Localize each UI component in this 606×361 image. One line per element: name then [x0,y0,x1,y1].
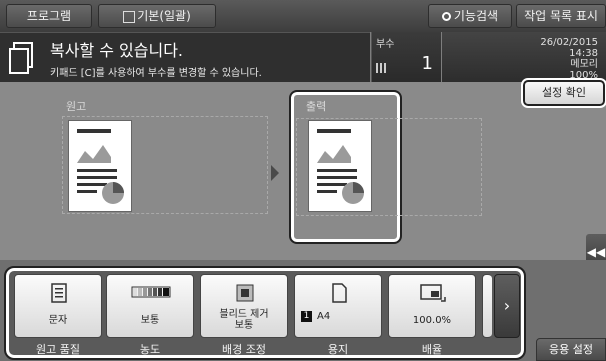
next-page-button[interactable]: › [494,274,520,338]
settings-check-label: 설정 확인 [542,86,586,99]
memory-label: 메모리 [570,59,598,70]
search-icon [441,12,451,21]
settings-check-button[interactable]: 설정 확인 [521,78,606,108]
background-icon [236,284,254,302]
output-label: 출력 [306,100,327,113]
density-icon [131,286,171,298]
function-search-label: 기능검색 [453,9,499,23]
zoom-button[interactable]: 100.0% [388,274,476,338]
copies-count: 1 [421,53,433,74]
device-info: 26/02/2015 14:38 메모리 100% [442,32,606,82]
multi-page-icon [123,10,136,23]
copies-display: 부수 1 [371,32,441,82]
program-button[interactable]: 프로그램 [6,4,92,28]
job-list-label: 작업 목록 표시 [524,9,598,23]
original-quality-value: 문자 [48,315,68,326]
status-submessage: 키패드 [C]를 사용하여 부수를 변경할 수 있습니다. [50,68,262,79]
application-settings-button[interactable]: 응용 설정 [536,338,606,361]
date-text: 26/02/2015 [540,37,598,48]
zoom-label: 배율 [421,343,443,356]
paper-label: 용지 [327,343,349,356]
background-adjust-label: 배경 조정 [222,343,266,356]
next-function-partial [482,274,492,338]
arrow-right-icon [271,165,279,181]
original-page-icon [68,120,132,212]
keypad-icon [376,63,386,73]
output-page-icon [308,120,372,212]
copy-icon [9,42,33,74]
job-list-button[interactable]: 작업 목록 표시 [516,4,606,28]
paper-value: A4 [317,311,331,322]
application-settings-label: 응용 설정 [549,343,593,356]
program-label: 프로그램 [26,9,72,23]
double-chevron-left-icon: ◀◀ [586,245,606,259]
basic-mode-label: 기본(일괄) [137,9,191,23]
tray-number-badge: 1 [301,311,312,322]
paper-icon [332,283,347,303]
basic-mode-button[interactable]: 기본(일괄) [98,4,216,28]
status-message: 복사할 수 있습니다. [50,41,184,60]
time-text: 14:38 [569,48,598,59]
background-adjust-value: 블리드 제거 보통 [219,309,269,331]
original-quality-label: 원고 품질 [36,343,80,356]
chevron-right-icon: › [503,296,511,315]
function-search-button[interactable]: 기능검색 [428,4,512,28]
paper-button[interactable]: 1 A4 [294,274,382,338]
copies-label: 부수 [376,39,395,50]
message-bar: 복사할 수 있습니다. 키패드 [C]를 사용하여 부수를 변경할 수 있습니다… [0,32,370,82]
zoom-icon [420,284,446,302]
background-adjust-button[interactable]: 블리드 제거 보통 [200,274,288,338]
original-quality-button[interactable]: 문자 [14,274,102,338]
document-icon [51,283,67,303]
zoom-value: 100.0% [412,315,452,326]
original-label: 원고 [66,100,87,113]
density-label: 농도 [139,343,161,356]
density-button[interactable]: 보통 [106,274,194,338]
density-value: 보통 [140,315,160,326]
top-bar: 프로그램 기본(일괄) 기능검색 작업 목록 표시 [0,0,606,32]
